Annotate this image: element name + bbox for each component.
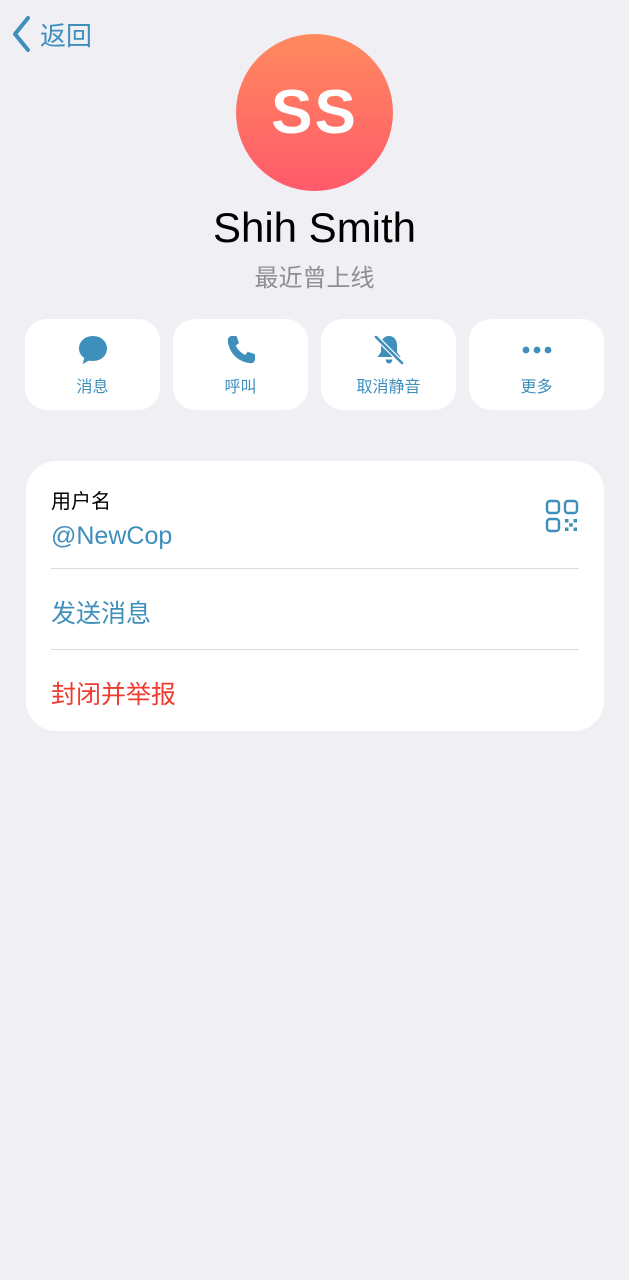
phone-icon <box>227 335 255 363</box>
message-button[interactable]: 消息 <box>25 319 160 410</box>
message-bubble-icon <box>78 335 107 364</box>
call-button[interactable]: 呼叫 <box>173 319 308 410</box>
ellipsis-icon <box>522 346 551 353</box>
chevron-left-icon <box>13 16 30 52</box>
more-button[interactable]: 更多 <box>469 319 604 410</box>
unmute-button-label: 取消静音 <box>356 376 421 396</box>
message-button-label: 消息 <box>76 376 109 396</box>
username-caption: 用户名 <box>51 489 111 513</box>
username-row[interactable]: 用户名 @NewCop <box>51 485 579 569</box>
call-button-label: 呼叫 <box>224 376 257 396</box>
unmute-button[interactable]: 取消静音 <box>321 319 456 410</box>
back-button[interactable]: 返回 <box>10 14 92 54</box>
info-card: 用户名 @NewCop 发送消息 封闭并举报 <box>26 461 604 731</box>
divider <box>51 568 579 569</box>
username-value[interactable]: @NewCop <box>51 522 579 551</box>
contact-name: Shih Smith <box>212 204 417 251</box>
avatar[interactable]: SS <box>236 34 393 191</box>
back-label: 返回 <box>40 21 93 52</box>
more-button-label: 更多 <box>520 376 553 396</box>
last-seen-status: 最近曾上线 <box>254 264 375 292</box>
contact-info-page: 返回 SS Shih Smith 最近曾上线 消息 呼叫 取消静音 更多 用户名… <box>0 0 629 1280</box>
qr-code-icon[interactable] <box>545 499 579 533</box>
block-and-report-link[interactable]: 封闭并举报 <box>51 675 579 711</box>
divider <box>51 649 579 650</box>
action-buttons: 消息 呼叫 取消静音 更多 <box>25 319 604 410</box>
send-message-link[interactable]: 发送消息 <box>51 594 579 630</box>
bell-slash-icon <box>373 334 404 365</box>
